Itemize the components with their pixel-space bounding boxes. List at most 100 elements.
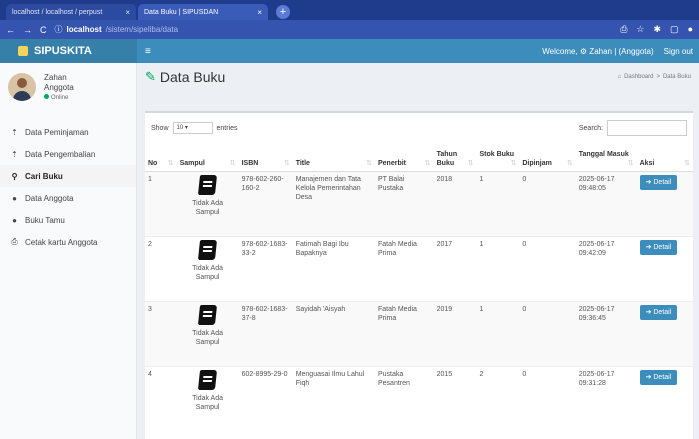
search-label: Search:: [578, 124, 603, 132]
detail-button[interactable]: ➔ Detail: [639, 239, 678, 255]
book-icon: [198, 304, 218, 325]
sidebar-item-label: Cetak kartu Anggota: [25, 237, 98, 247]
browser-tab[interactable]: localhost / localhost / perpust ×: [6, 4, 136, 20]
cell-dipinjam: 0: [519, 365, 576, 431]
cell-sampul: Tidak Ada Sampul: [176, 235, 239, 301]
entries-label: entries: [216, 124, 238, 132]
sign-out-link[interactable]: Sign out: [664, 47, 693, 56]
col-tahun[interactable]: Tahun Buku ⇅: [433, 143, 477, 172]
cell-isbn: 978-602-260-160-2: [238, 170, 293, 236]
welcome-text[interactable]: Welcome, ⚙ Zahan | (Anggota): [542, 47, 653, 56]
col-dipinjam[interactable]: Dipinjam ⇅: [519, 143, 576, 172]
cell-title: Fatimah Bagi Ibu Bapaknya: [292, 235, 375, 301]
entries-select[interactable]: 10 ▾: [172, 122, 213, 134]
share-icon[interactable]: ⎙: [620, 24, 627, 35]
col-no[interactable]: No ⇅: [145, 143, 177, 172]
cell-tanggal: 2025-06-17 09:36:45: [575, 300, 637, 366]
col-title[interactable]: Title ⇅: [292, 143, 375, 172]
cell-title: Menguasai Ilmu Lahul Fiqh: [292, 365, 375, 431]
cell-isbn: 602-8995-29-0: [238, 365, 293, 431]
cell-dipinjam: 0: [519, 300, 576, 366]
cell-no: 1: [145, 170, 177, 236]
sidebar-item-buku-tamu[interactable]: ● Buku Tamu: [0, 209, 136, 231]
sidebar-item-data-pengembalian[interactable]: ⇡ Data Pengembalian: [0, 143, 136, 165]
cell-tahun: 2018: [433, 170, 477, 236]
sidebar: Zahan Anggota Online ⇡ Data Peminjaman ⇡ Dat…: [0, 63, 137, 439]
cell-penerbit: Fatah Media Prima: [375, 235, 434, 301]
detail-button[interactable]: ➔ Detail: [639, 304, 678, 320]
upload-icon: ⇡: [11, 127, 18, 137]
show-label: Show: [151, 124, 169, 132]
cell-aksi: ➔ Detail: [636, 170, 693, 236]
cell-stok: 2: [476, 365, 520, 431]
search-icon: ⚲: [11, 171, 18, 181]
book-icon: [198, 174, 218, 195]
edit-icon: ✎: [145, 69, 156, 84]
brand[interactable]: SIPUSKITA: [0, 39, 137, 63]
detail-button[interactable]: ➔ Detail: [639, 369, 678, 385]
info-icon: ⓘ: [54, 25, 63, 34]
page-title-text: Data Buku: [159, 69, 226, 85]
cell-penerbit: Fatah Media Prima: [375, 300, 434, 366]
cell-title: Manajemen dan Tata Kelola Pemerintahan D…: [292, 170, 375, 236]
reload-icon[interactable]: C: [40, 25, 47, 35]
forward-icon[interactable]: →: [23, 25, 32, 35]
menu-toggle-icon[interactable]: ≡: [145, 46, 151, 57]
cell-isbn: 978-602-1683-37-8: [238, 300, 293, 366]
sidebar-item-data-peminjaman[interactable]: ⇡ Data Peminjaman: [0, 121, 136, 143]
table-controls: Show 10 ▾ entries Search:: [145, 113, 693, 143]
profile-icon[interactable]: ●: [688, 24, 693, 35]
user-icon: ●: [12, 215, 17, 225]
url-host: localhost: [66, 25, 102, 34]
col-stok[interactable]: Stok Buku ⇅: [476, 143, 520, 172]
new-tab-button[interactable]: +: [276, 5, 290, 19]
search-input[interactable]: [607, 120, 687, 136]
close-tab-icon[interactable]: ×: [125, 8, 130, 17]
url-path: /sistem/sipeliba/data: [105, 25, 179, 34]
window-icon[interactable]: ▢: [670, 24, 679, 35]
user-status: Online: [51, 95, 69, 101]
sidebar-item-label: Data Anggota: [25, 193, 74, 203]
col-sampul[interactable]: Sampul ⇅: [176, 143, 239, 172]
user-name: Zahan: [44, 73, 67, 82]
url-field[interactable]: ⓘ localhost/sistem/sipeliba/data: [55, 24, 613, 35]
close-tab-icon[interactable]: ×: [257, 8, 262, 17]
col-penerbit[interactable]: Penerbit ⇅: [375, 143, 434, 172]
browser-tabbar: localhost / localhost / perpust × Data Bu…: [0, 0, 699, 20]
sidebar-item-data-anggota[interactable]: ● Data Anggota: [0, 187, 136, 209]
col-isbn[interactable]: ISBN ⇅: [238, 143, 293, 172]
cell-dipinjam: 0: [519, 170, 576, 236]
detail-button[interactable]: ➔ Detail: [639, 174, 678, 190]
address-bar: ← → C ⓘ localhost/sistem/sipeliba/data ⎙ ☆…: [0, 20, 699, 39]
breadcrumb-dashboard[interactable]: Dashboard: [624, 74, 653, 80]
col-tanggal[interactable]: Tanggal Masuk ⇅: [575, 143, 637, 172]
extension-icon[interactable]: ✱: [654, 24, 662, 35]
online-dot-icon: [44, 94, 49, 99]
cell-tahun: 2017: [433, 235, 477, 301]
cell-aksi: ➔ Detail: [636, 300, 693, 366]
col-aksi[interactable]: Aksi ⇅: [636, 143, 693, 172]
sidebar-item-label: Cari Buku: [25, 171, 63, 181]
browser-tab-active[interactable]: Data Buku | SIPUSDAN ×: [138, 4, 268, 20]
cell-dipinjam: 0: [519, 235, 576, 301]
cell-penerbit: PT Balai Pustaka: [375, 170, 434, 236]
print-icon: ⎙: [11, 237, 18, 246]
cell-aksi: ➔ Detail: [636, 235, 693, 301]
cell-sampul: Tidak Ada Sampul: [176, 170, 239, 236]
cell-tanggal: 2025-06-17 09:48:05: [575, 170, 637, 236]
sidebar-item-label: Buku Tamu: [25, 215, 65, 225]
page-title: ✎ Data Buku: [145, 69, 225, 85]
user-role: Anggota: [44, 83, 74, 92]
cell-tahun: 2015: [433, 365, 477, 431]
table-row: 1 Tidak Ada Sampul 978-602-260-160-2 Man…: [145, 170, 693, 236]
star-icon[interactable]: ☆: [636, 24, 644, 35]
entries-value: 10: [176, 125, 184, 131]
back-icon[interactable]: ←: [6, 25, 15, 35]
cell-tahun: 2019: [433, 300, 477, 366]
cell-no: 3: [145, 300, 177, 366]
cell-stok: 1: [476, 300, 520, 366]
sidebar-item-cari-buku[interactable]: ⚲ Cari Buku: [0, 165, 136, 187]
tab-label: localhost / localhost / perpust: [12, 8, 103, 16]
cell-no: 2: [145, 235, 177, 301]
sidebar-item-cetak-kartu[interactable]: ⎙ Cetak kartu Anggota: [0, 231, 136, 253]
